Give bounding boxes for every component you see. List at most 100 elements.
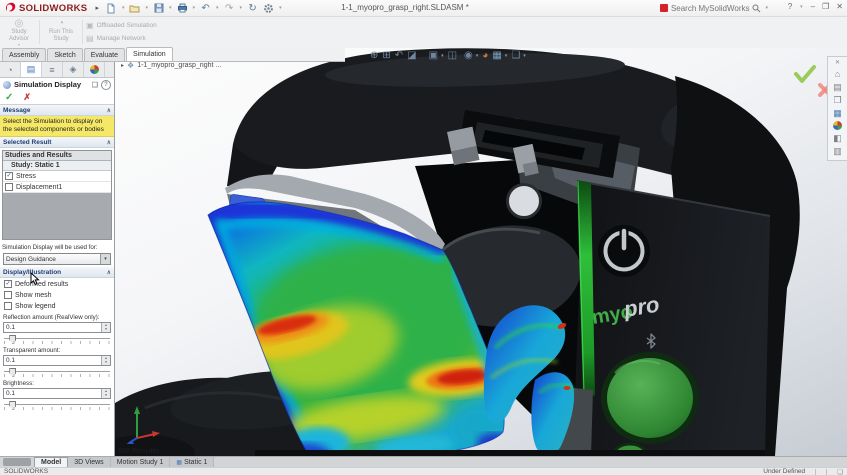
manage-network-button[interactable]: ▤ Manage Network <box>86 34 157 43</box>
hide-show-items-icon[interactable]: ◉ <box>464 50 473 61</box>
caret-icon[interactable]: ▾ <box>279 5 282 11</box>
display-style-icon[interactable]: ◫ <box>448 50 457 61</box>
undo-icon[interactable]: ↶ <box>199 2 212 15</box>
editing-pane-icon[interactable]: ❏ <box>837 468 843 475</box>
propertymanager-tab[interactable]: ▤ <box>21 62 42 77</box>
zoom-area-icon[interactable]: ⊞ <box>382 50 390 61</box>
task-pane-close-icon[interactable]: ✕ <box>835 59 840 66</box>
section-view-icon[interactable]: ◪ <box>407 50 416 61</box>
cancel-button[interactable]: ✗ <box>23 92 31 103</box>
selected-result-header[interactable]: Selected Result ∧ <box>0 137 114 148</box>
ok-button[interactable]: ✓ <box>5 92 13 103</box>
option-deformed-results[interactable]: ✓ Deformed results <box>0 278 114 289</box>
brightness-slider[interactable] <box>4 401 110 410</box>
tab-evaluate[interactable]: Evaluate <box>84 48 125 61</box>
menu-expander-icon[interactable]: ▸ <box>95 4 99 12</box>
tab-simulation[interactable]: Simulation <box>126 47 173 61</box>
options-gear-icon[interactable] <box>262 2 275 15</box>
caret-icon[interactable]: ▾ <box>765 5 768 11</box>
zoom-fit-icon[interactable]: ⊕ <box>370 50 378 61</box>
slider-thumb[interactable] <box>9 335 16 344</box>
help-button[interactable]: ? <box>788 2 792 11</box>
study-row[interactable]: Study: Static 1 <box>3 161 111 171</box>
collapse-chevron-icon[interactable]: ∧ <box>107 269 111 276</box>
displaymanager-tab[interactable] <box>84 62 105 77</box>
feedback-icon[interactable]: ❏ <box>92 81 98 89</box>
transparent-slider[interactable] <box>4 368 110 377</box>
caret-icon[interactable]: ▾ <box>216 5 219 11</box>
checkbox-checked[interactable]: ✓ <box>5 172 13 180</box>
home-icon[interactable]: ⌂ <box>835 69 840 79</box>
dropdown-caret-icon[interactable]: ▾ <box>100 254 110 264</box>
transparent-spinner[interactable]: 0.1 ▴▾ <box>3 355 111 366</box>
featuremanager-tab[interactable]: ◔ <box>0 62 21 77</box>
appearances-icon[interactable] <box>833 121 842 130</box>
previous-view-icon[interactable]: ↶ <box>395 50 403 61</box>
minimize-button[interactable]: – <box>811 2 815 11</box>
redo-icon[interactable]: ↷ <box>223 2 236 15</box>
configurationmanager-tab[interactable]: ≡ <box>42 62 63 77</box>
result-row-displacement[interactable]: Displacement1 <box>3 182 111 193</box>
tree-item-label[interactable]: 1-1_myopro_grasp_right ... <box>137 62 221 69</box>
caret-icon[interactable]: ▾ <box>145 5 148 11</box>
save-icon[interactable] <box>152 2 165 15</box>
tab-static-1[interactable]: ▦ Static 1 <box>170 457 214 467</box>
help-icon[interactable]: ? <box>101 80 111 90</box>
close-button[interactable]: ✕ <box>836 2 843 11</box>
message-section-header[interactable]: Message ∧ <box>0 105 114 116</box>
slider-thumb[interactable] <box>9 368 16 377</box>
tree-expander-icon[interactable]: ▸ <box>121 62 124 69</box>
checkbox-unchecked[interactable] <box>4 302 12 310</box>
print-icon[interactable] <box>176 2 189 15</box>
confirm-ok-button[interactable] <box>793 64 817 86</box>
new-document-icon[interactable] <box>105 2 118 15</box>
collapse-chevron-icon[interactable]: ∧ <box>107 107 111 114</box>
checkbox-unchecked[interactable] <box>5 183 13 191</box>
rebuild-icon[interactable]: ↻ <box>246 2 259 15</box>
edit-appearance-icon[interactable]: ◕ <box>482 50 488 61</box>
apply-scene-icon[interactable]: ▦ <box>492 50 501 61</box>
view-orientation-icon[interactable]: ▣ <box>429 50 438 61</box>
tab-assembly[interactable]: Assembly <box>2 48 46 61</box>
reflection-spinner[interactable]: 0.1 ▴▾ <box>3 322 111 333</box>
caret-icon[interactable]: ▾ <box>240 5 243 11</box>
display-section-header[interactable]: Display/Illustration ∧ <box>0 267 114 278</box>
tab-motion-study[interactable]: Motion Study 1 <box>111 457 171 467</box>
3d-viewport-canvas[interactable]: myo pro <box>115 48 847 456</box>
design-library-icon[interactable]: ▤ <box>833 82 842 92</box>
checkbox-unchecked[interactable] <box>4 291 12 299</box>
study-advisor-button[interactable]: ◎ Study Advisor ▾ <box>2 19 36 49</box>
feature-tree-item[interactable]: ▸ ❖ 1-1_myopro_grasp_right ... <box>121 61 221 70</box>
option-show-mesh[interactable]: Show mesh <box>0 289 114 300</box>
checkbox-checked[interactable]: ✓ <box>4 280 12 288</box>
reflection-slider[interactable] <box>4 335 110 344</box>
spin-down-icon[interactable]: ▾ <box>102 328 110 333</box>
collapse-chevron-icon[interactable]: ∧ <box>107 139 111 146</box>
view-settings-icon[interactable]: ❑ <box>511 50 520 61</box>
used-for-dropdown[interactable]: Design Guidance ▾ <box>3 253 111 265</box>
caret-icon[interactable]: ▾ <box>193 5 196 11</box>
open-document-icon[interactable] <box>128 2 141 15</box>
search-icon[interactable] <box>752 4 761 13</box>
tab-model[interactable]: Model <box>34 457 68 467</box>
offloaded-simulation-button[interactable]: ▣ Offloaded Simulation <box>86 21 157 30</box>
caret-icon[interactable]: ▾ <box>800 4 803 10</box>
caret-icon[interactable]: ▾ <box>122 5 125 11</box>
search-input[interactable]: Search MySolidWorks <box>671 4 750 13</box>
brightness-spinner[interactable]: 0.1 ▴▾ <box>3 388 111 399</box>
option-show-legend[interactable]: Show legend <box>0 300 114 311</box>
scenes-icon[interactable]: ◧ <box>833 133 842 143</box>
caret-icon[interactable]: ▾ <box>169 5 172 11</box>
spin-down-icon[interactable]: ▾ <box>102 394 110 399</box>
view-palette-icon[interactable]: ▦ <box>833 108 842 118</box>
restore-button[interactable]: ❐ <box>822 2 829 11</box>
tab-3d-views[interactable]: 3D Views <box>68 457 110 467</box>
result-row-stress[interactable]: ✓ Stress <box>3 171 111 182</box>
tab-scroll-control[interactable] <box>3 458 31 466</box>
run-study-button[interactable]: ◔ Run This Study <box>44 19 78 42</box>
slider-thumb[interactable] <box>9 401 16 410</box>
spin-down-icon[interactable]: ▾ <box>102 361 110 366</box>
dimxpertmanager-tab[interactable]: ◈ <box>63 62 84 77</box>
file-explorer-icon[interactable]: ❒ <box>833 95 841 105</box>
custom-properties-icon[interactable]: ▥ <box>833 146 842 156</box>
